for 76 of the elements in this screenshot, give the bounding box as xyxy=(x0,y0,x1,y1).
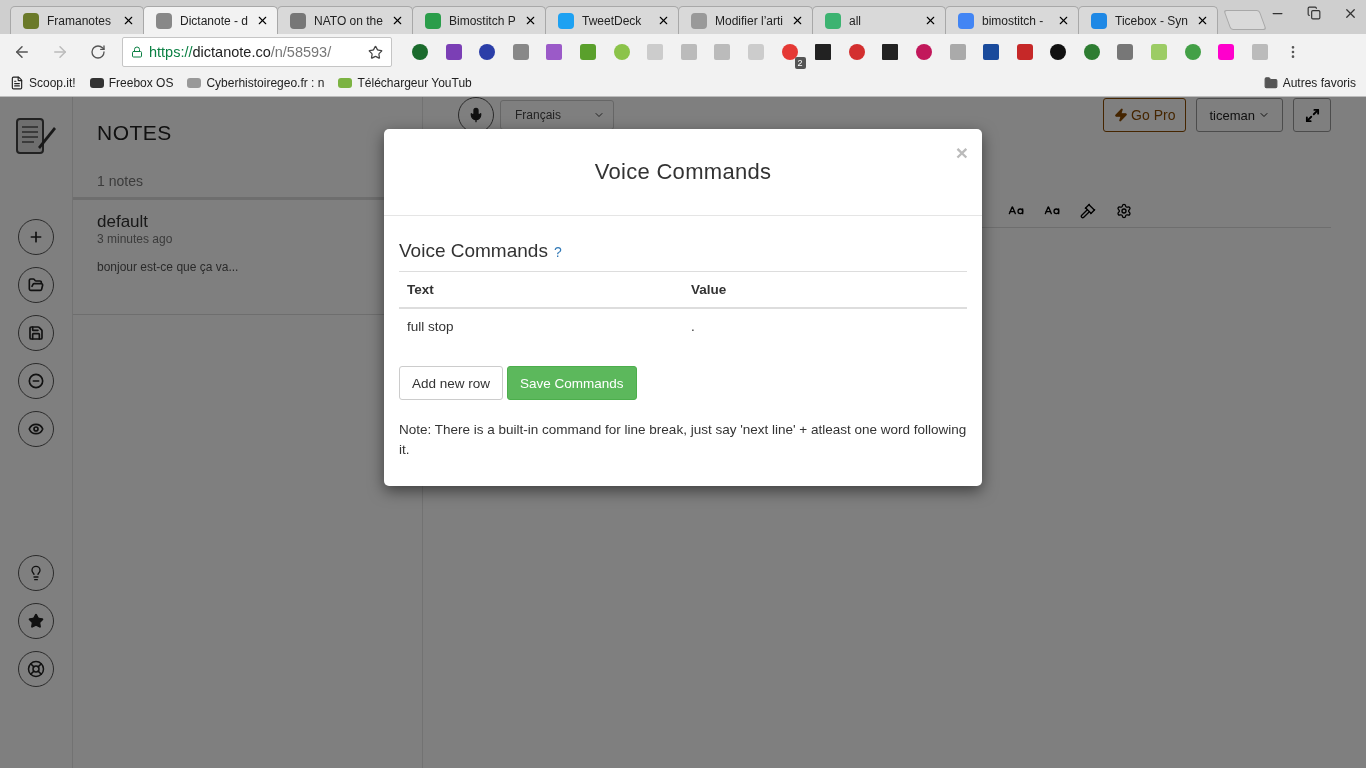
add-row-button[interactable]: Add new row xyxy=(399,366,504,400)
column-header: Text xyxy=(399,271,683,308)
note-text: Note: There is a built-in command for line break, just say 'next line' + atleast one word following it. xyxy=(399,421,967,459)
eye-icon xyxy=(28,421,44,437)
table-cell: full stop xyxy=(399,308,683,346)
extension-badge: 2 xyxy=(794,57,806,69)
favicon-icon xyxy=(425,12,441,29)
page-icon xyxy=(10,76,24,90)
gavel-icon[interactable] xyxy=(1080,203,1096,219)
microphone-icon xyxy=(468,107,484,123)
browser-tab[interactable]: TweetDeck xyxy=(545,6,679,34)
bookmark-icon xyxy=(187,78,202,88)
extension-icon[interactable] xyxy=(1050,44,1067,60)
favicon-icon xyxy=(825,12,841,29)
extension-icon[interactable] xyxy=(983,44,1000,60)
close-icon[interactable] xyxy=(1057,14,1070,27)
close-icon[interactable] xyxy=(122,14,135,27)
close-icon[interactable] xyxy=(657,14,670,27)
extension-icon[interactable] xyxy=(479,44,496,60)
browser-tab[interactable]: Modifier l’arti xyxy=(678,6,813,34)
browser-tab[interactable]: Dictanote - d xyxy=(143,6,279,34)
bookmark[interactable]: Scoop.it! xyxy=(10,76,76,90)
browser-tab[interactable]: Ticebox - Syn xyxy=(1078,6,1218,34)
lock-icon xyxy=(131,46,143,58)
note-time: 3 minutes ago xyxy=(97,232,174,246)
star-icon xyxy=(28,613,44,629)
bookmark-folder[interactable]: Autres favoris xyxy=(1263,76,1356,90)
reload-icon xyxy=(90,44,106,60)
browser-tab[interactable]: bimostitch - xyxy=(945,6,1079,34)
add-icon xyxy=(28,229,44,245)
user-menu-button[interactable]: ticeman xyxy=(1196,98,1283,132)
close-icon[interactable] xyxy=(924,14,937,27)
settings-icon[interactable] xyxy=(1116,203,1132,219)
browser-tab[interactable]: Framanotes xyxy=(10,6,144,34)
folder-icon xyxy=(28,277,44,293)
favicon-icon xyxy=(1091,12,1107,29)
close-icon[interactable] xyxy=(791,14,804,27)
extension-icon[interactable] xyxy=(815,44,832,60)
note-preview: bonjour est-ce que ça va... xyxy=(97,260,240,274)
browser-tab[interactable]: Bimostitch P xyxy=(412,6,546,34)
bookmark[interactable]: Téléchargeur YouTub xyxy=(338,76,472,90)
close-icon[interactable] xyxy=(391,14,404,27)
forward-arrow-icon xyxy=(51,43,69,61)
favicon-icon xyxy=(691,12,707,29)
close-icon[interactable] xyxy=(524,14,537,27)
go-pro-button[interactable]: Go Pro xyxy=(1103,98,1187,132)
expand-icon xyxy=(1304,107,1320,123)
minus-icon xyxy=(28,373,44,389)
address-field[interactable]: https://dictanote.co/n/58593/ xyxy=(122,37,392,67)
favicon-icon xyxy=(958,12,974,29)
lightbulb-icon xyxy=(28,565,44,581)
notes-heading: NOTES xyxy=(96,120,173,146)
favicon-icon xyxy=(156,12,172,29)
bookmark[interactable]: Cyberhistoiregeo.fr : n xyxy=(187,76,325,90)
lightning-icon xyxy=(1114,108,1129,122)
browser-tab[interactable]: NATO on the xyxy=(277,6,413,34)
favicon-icon xyxy=(290,12,307,29)
column-header: Value xyxy=(683,271,967,308)
favicon-icon xyxy=(23,12,39,29)
favicon-icon xyxy=(558,12,574,29)
restore-icon[interactable] xyxy=(1307,6,1321,20)
dialog-title: Voice Commands xyxy=(594,159,772,185)
star-icon[interactable] xyxy=(368,44,383,60)
folder-icon xyxy=(1263,76,1278,90)
close-icon[interactable] xyxy=(1343,6,1358,21)
bookmark-icon xyxy=(89,78,104,88)
help-link[interactable]: ? xyxy=(553,244,562,260)
browser-tab[interactable]: all xyxy=(812,6,946,34)
fullscreen-button[interactable] xyxy=(1293,98,1331,132)
bookmark-icon xyxy=(338,78,353,88)
bookmark[interactable]: Freebox OS xyxy=(89,76,174,90)
section-heading: Voice Commands xyxy=(399,240,548,262)
extension-icon[interactable] xyxy=(882,44,899,60)
table-cell: . xyxy=(683,308,967,346)
lifebuoy-icon xyxy=(27,660,45,678)
save-icon xyxy=(28,325,44,341)
